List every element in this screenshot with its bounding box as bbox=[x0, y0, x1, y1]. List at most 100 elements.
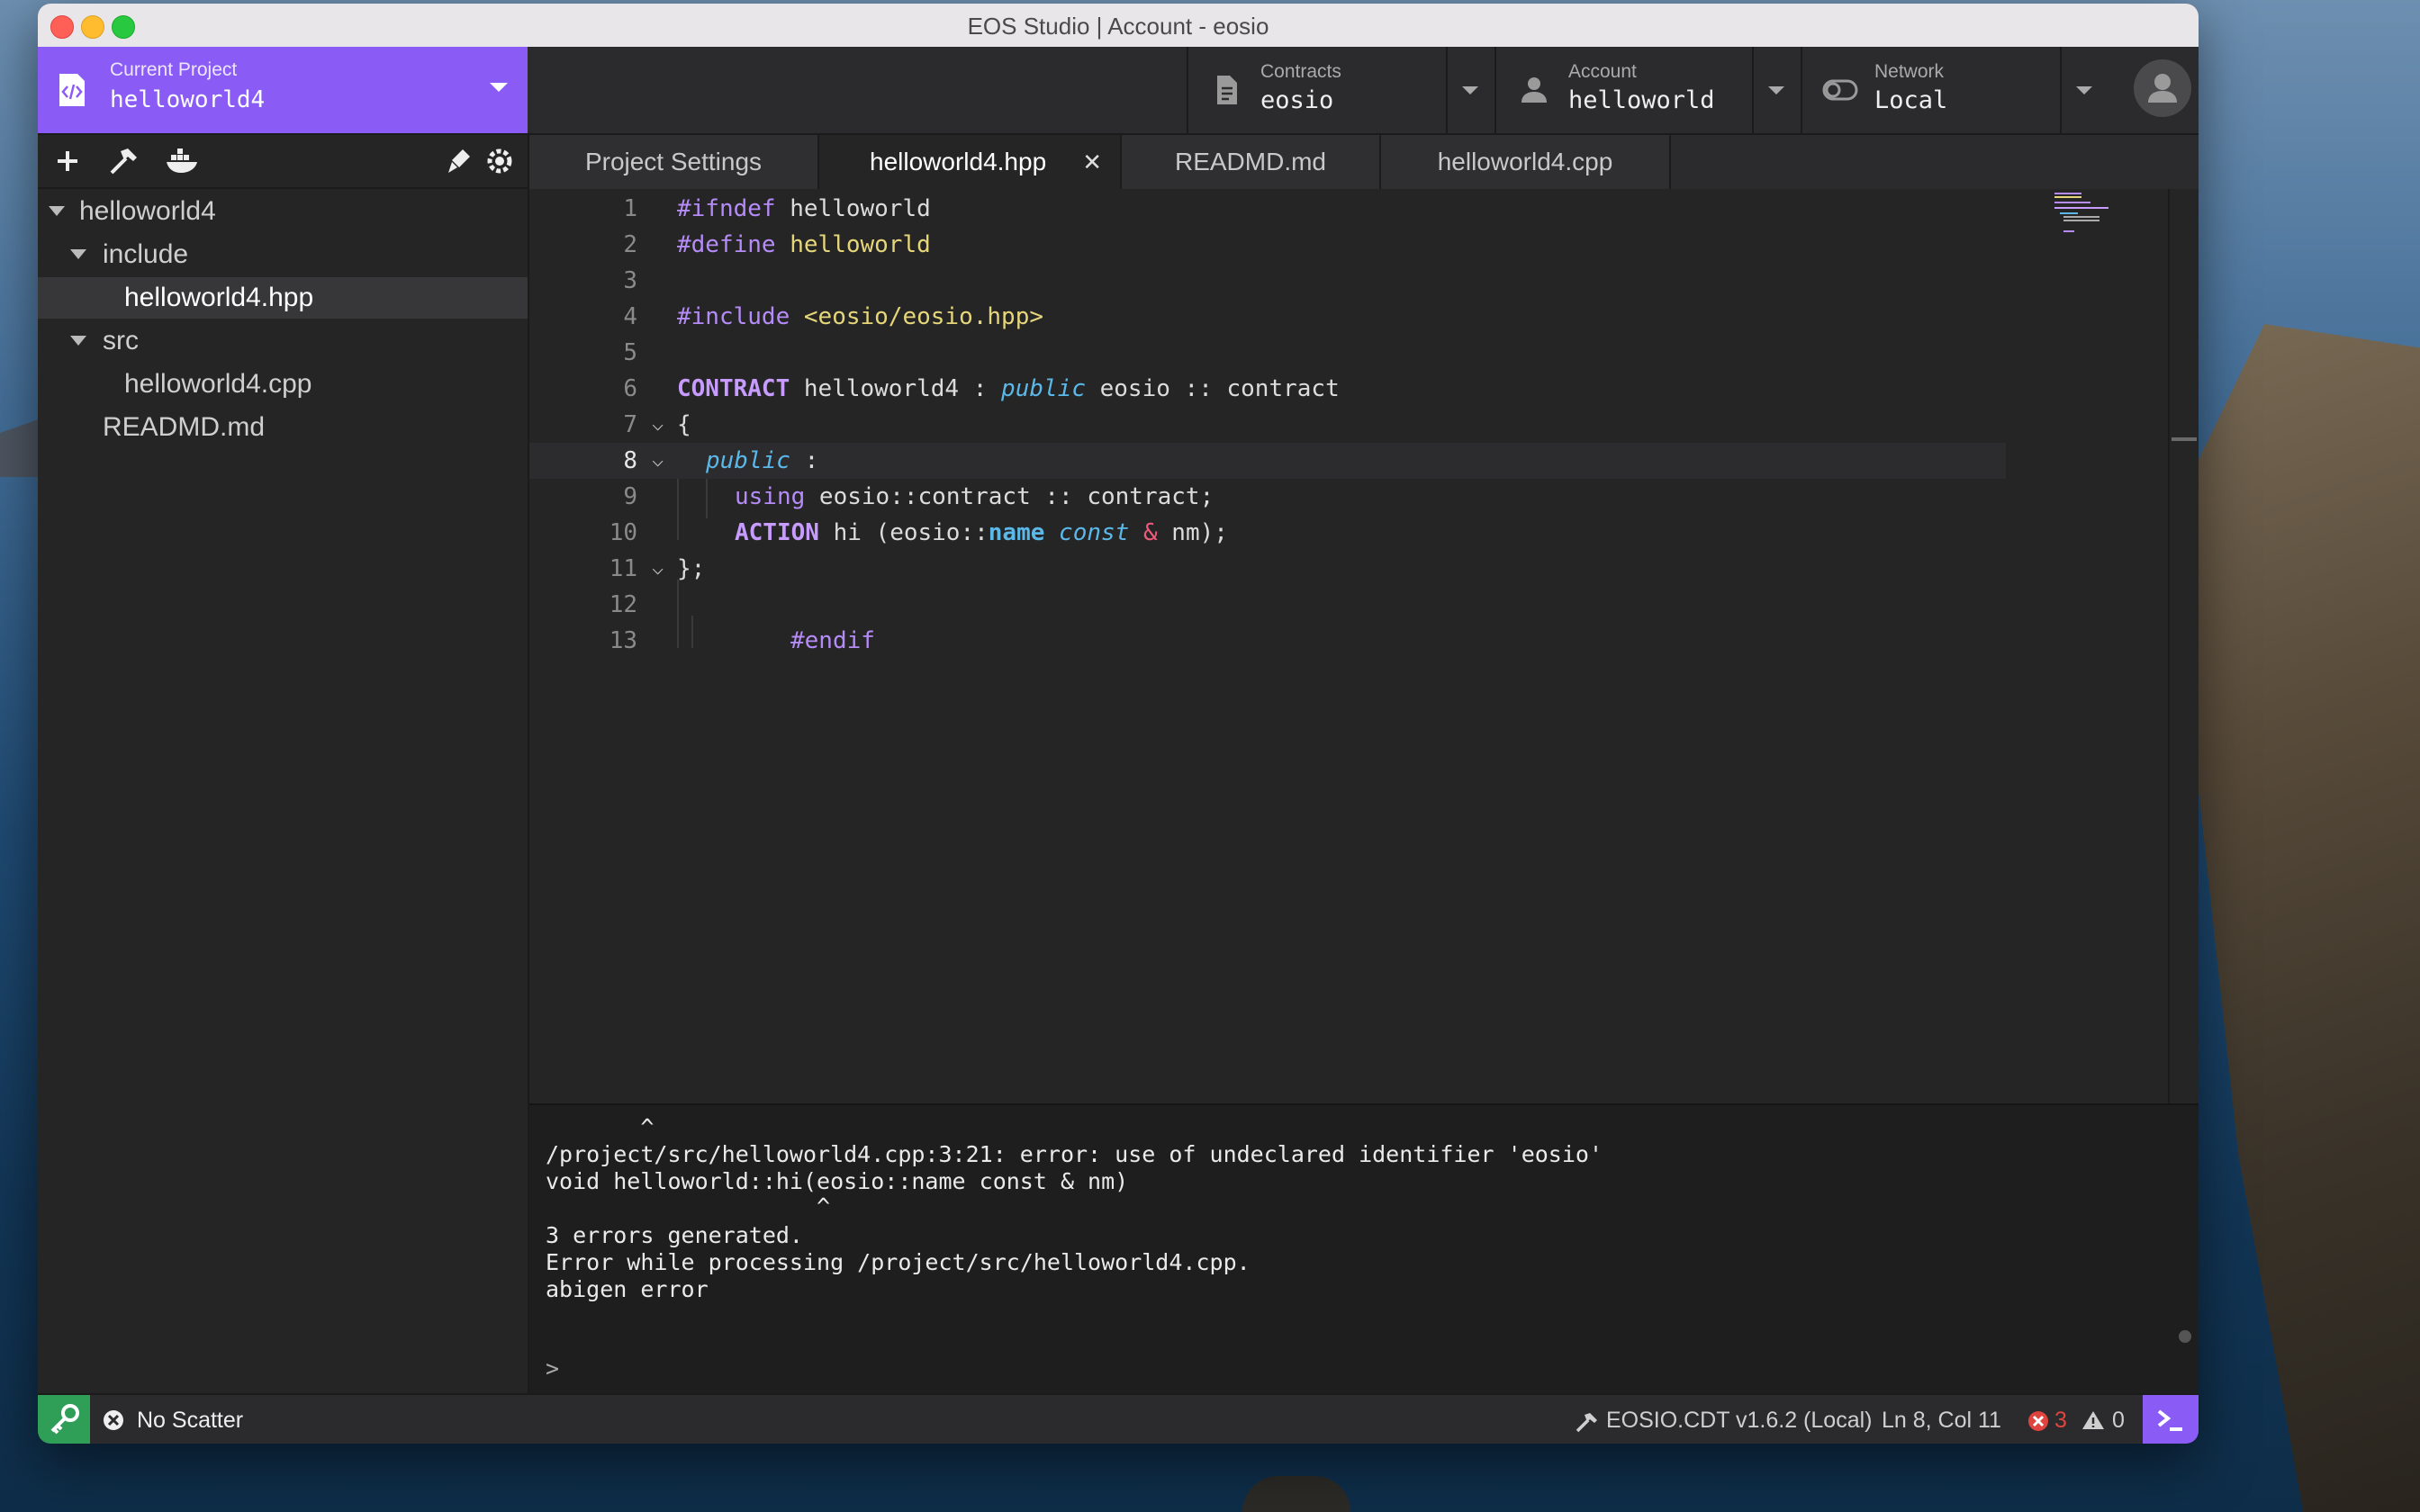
tree-folder-root[interactable]: helloworld4 bbox=[38, 191, 528, 232]
code-line: 12 bbox=[529, 587, 2006, 623]
tab-helloworld4-cpp[interactable]: helloworld4.cpp bbox=[1381, 135, 1671, 189]
code-line: 4 #include <eosio/eosio.hpp> bbox=[529, 299, 2006, 335]
contracts-dropdown-button[interactable] bbox=[1446, 47, 1494, 133]
line-number: 11 bbox=[609, 555, 637, 582]
window-title: EOS Studio | Account - eosio bbox=[967, 13, 1269, 40]
document-icon bbox=[1217, 76, 1237, 104]
tree-file-helloworld4-cpp[interactable]: helloworld4.cpp bbox=[38, 364, 528, 405]
tree-label: READMD.md bbox=[103, 412, 266, 442]
tree-file-helloworld4-hpp[interactable]: helloworld4.hpp bbox=[38, 277, 528, 319]
tab-project-settings[interactable]: Project Settings bbox=[529, 135, 819, 189]
docker-icon bbox=[167, 148, 197, 173]
terminal-line: ^ bbox=[546, 1114, 655, 1140]
code-line: 6 CONTRACT helloworld4 : public eosio :: … bbox=[529, 371, 2006, 407]
sidebar-toolbar bbox=[38, 135, 529, 189]
add-file-button[interactable] bbox=[50, 144, 85, 178]
code-text: #define helloworld bbox=[677, 231, 931, 258]
caret-down-icon bbox=[70, 336, 86, 346]
terminal-icon bbox=[2157, 1409, 2182, 1431]
toggle-icon bbox=[1822, 79, 1858, 101]
account-dropdown-button[interactable] bbox=[1752, 47, 1801, 133]
tab-readme[interactable]: READMD.md bbox=[1122, 135, 1381, 189]
terminal-line: Error while processing /project/src/hell… bbox=[546, 1249, 1251, 1275]
file-explorer: helloworld4 include helloworld4.hpp src … bbox=[38, 189, 529, 1393]
fold-chevron-icon[interactable]: ⌵ bbox=[652, 407, 664, 443]
code-text: #include <eosio/eosio.hpp> bbox=[677, 303, 1043, 330]
gear-icon bbox=[487, 148, 512, 174]
tree-folder-include[interactable]: include bbox=[38, 234, 528, 275]
error-count[interactable]: 3 bbox=[2054, 1408, 2067, 1434]
keypair-button[interactable] bbox=[38, 1395, 90, 1444]
tab-label: helloworld4.cpp bbox=[1437, 148, 1613, 176]
close-icon[interactable]: ✕ bbox=[1082, 135, 1102, 189]
toggle-terminal-button[interactable] bbox=[2143, 1395, 2199, 1444]
user-avatar-icon bbox=[2148, 74, 2177, 103]
code-line: 2 #define helloworld bbox=[529, 227, 2006, 263]
title-bar: EOS Studio | Account - eosio bbox=[38, 4, 2199, 48]
desktop-cliff bbox=[2161, 324, 2420, 1512]
chevron-down-icon bbox=[2076, 86, 2092, 94]
code-line: 5 bbox=[529, 335, 2006, 371]
terminal-panel[interactable]: ^ /project/src/helloworld4.cpp:3:21: err… bbox=[529, 1103, 2199, 1395]
clean-button[interactable] bbox=[441, 144, 475, 178]
terminal-line: ^ bbox=[546, 1193, 831, 1220]
error-icon bbox=[2028, 1411, 2048, 1431]
code-text: CONTRACT helloworld4 : public eosio :: c… bbox=[677, 375, 1340, 402]
chevron-down-icon bbox=[490, 83, 508, 92]
fold-chevron-icon[interactable]: ⌵ bbox=[652, 551, 664, 587]
tree-folder-src[interactable]: src bbox=[38, 320, 528, 362]
account-selector[interactable]: Account helloworld bbox=[1494, 47, 1801, 133]
terminal-line: abigen error bbox=[546, 1276, 709, 1302]
line-number: 13 bbox=[609, 627, 637, 654]
avatar[interactable] bbox=[2134, 59, 2191, 117]
close-circle-icon bbox=[104, 1410, 123, 1430]
brush-icon bbox=[448, 149, 470, 173]
network-label: Network bbox=[1874, 61, 1945, 82]
code-line: 11 ⌵}; bbox=[529, 551, 2006, 587]
tab-label: Project Settings bbox=[584, 148, 763, 176]
code-line-current: 8 ⌵ public : bbox=[529, 443, 2006, 479]
warning-count[interactable]: 0 bbox=[2112, 1408, 2125, 1434]
build-button[interactable] bbox=[106, 144, 140, 178]
code-text: using eosio::contract :: contract; bbox=[735, 483, 1215, 510]
network-dropdown-button[interactable] bbox=[2060, 47, 2108, 133]
settings-button[interactable] bbox=[483, 144, 517, 178]
terminal-prompt[interactable]: > bbox=[546, 1355, 559, 1382]
line-number: 8 bbox=[623, 447, 637, 474]
line-number: 1 bbox=[623, 195, 637, 222]
line-number: 4 bbox=[623, 303, 637, 330]
tree-file-readme[interactable]: READMD.md bbox=[38, 407, 528, 448]
cursor-position[interactable]: Ln 8, Col 11 bbox=[1882, 1408, 2001, 1434]
scatter-status[interactable]: No Scatter bbox=[137, 1408, 243, 1434]
fold-chevron-icon[interactable]: ⌵ bbox=[652, 443, 664, 479]
tab-helloworld4-hpp[interactable]: helloworld4.hpp ✕ bbox=[819, 135, 1122, 189]
code-file-icon bbox=[59, 74, 85, 106]
network-value: Local bbox=[1874, 86, 1948, 114]
caret-down-icon bbox=[70, 249, 86, 259]
code-text: { bbox=[677, 411, 691, 438]
code-editor[interactable]: 1 #ifndef helloworld 2 #define helloworld … bbox=[529, 189, 2199, 1103]
terminal-line: 3 errors generated. bbox=[546, 1222, 803, 1248]
code-line: 1 #ifndef helloworld bbox=[529, 191, 2006, 227]
line-number: 6 bbox=[623, 375, 637, 402]
compiler-version[interactable]: EOSIO.CDT v1.6.2 (Local) bbox=[1606, 1408, 1872, 1434]
project-selector[interactable]: Current Project helloworld4 bbox=[38, 47, 528, 133]
terminal-scrollbar[interactable] bbox=[2179, 1330, 2191, 1343]
status-bar: No Scatter EOSIO.CDT v1.6.2 (Local) Ln 8… bbox=[38, 1393, 2199, 1444]
contracts-selector[interactable]: Contracts eosio bbox=[1187, 47, 1494, 133]
project-selector-value: helloworld4 bbox=[110, 86, 266, 113]
network-selector[interactable]: Network Local bbox=[1801, 47, 2108, 133]
line-number: 2 bbox=[623, 231, 637, 258]
code-line: 9 using eosio::contract :: contract; bbox=[529, 479, 2006, 515]
desktop-islet bbox=[1242, 1476, 1350, 1512]
code-line: 7 ⌵ { bbox=[529, 407, 2006, 443]
warning-icon bbox=[2082, 1411, 2104, 1429]
editor-scrollbar[interactable] bbox=[2168, 189, 2199, 1103]
docker-button[interactable] bbox=[164, 144, 198, 178]
top-header: Current Project helloworld4 Contracts eo… bbox=[38, 47, 2199, 135]
tree-label: helloworld4.hpp bbox=[124, 283, 314, 312]
tree-label: src bbox=[103, 326, 139, 356]
user-icon bbox=[1522, 77, 1547, 103]
account-value: helloworld bbox=[1568, 86, 1715, 114]
minimap[interactable] bbox=[2054, 191, 2136, 245]
